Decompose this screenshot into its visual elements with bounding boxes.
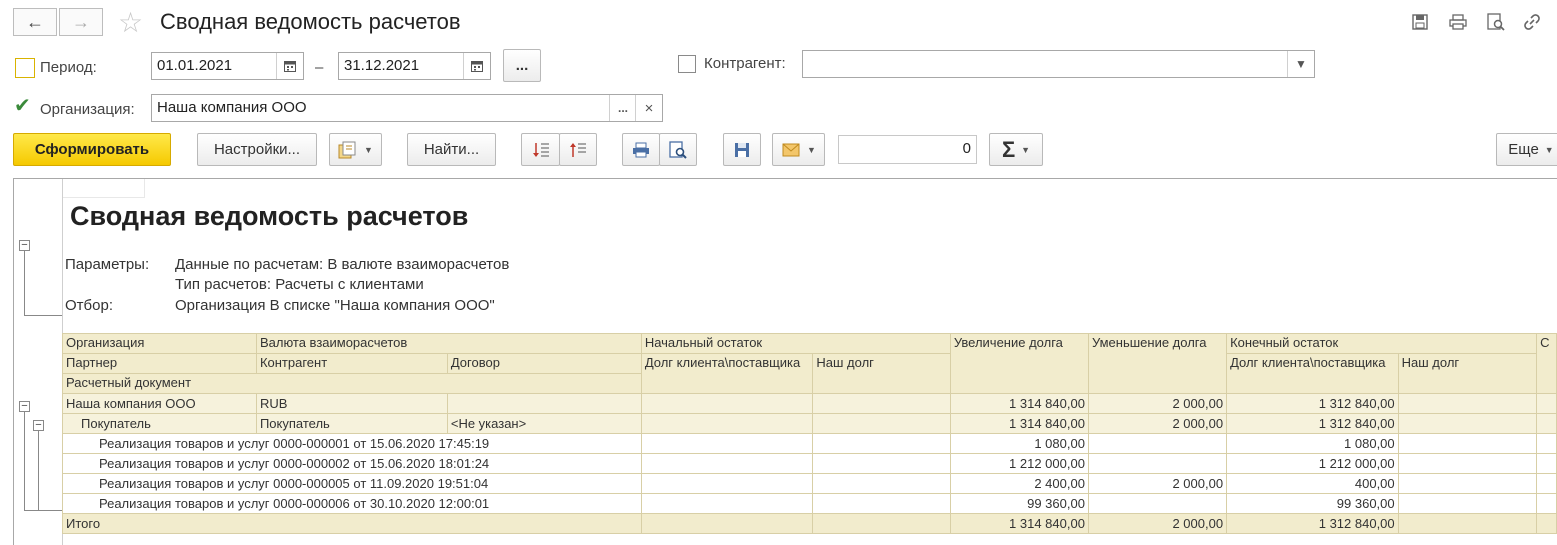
table-row[interactable]: Наша компания ООО RUB 1 314 840,00 2 000… (62, 393, 1557, 414)
back-button[interactable]: ← (13, 8, 57, 36)
date-to-input[interactable]: 31.12.2021 (338, 52, 491, 80)
report-document: Сводная ведомость расчетов − Параметры: … (13, 178, 1557, 545)
params-label: Параметры: (65, 256, 150, 273)
header-partner: Партнер (62, 353, 257, 374)
report-title: Сводная ведомость расчетов (70, 201, 469, 231)
table-row[interactable]: Покупатель Покупатель <Не указан> 1 314 … (62, 413, 1557, 434)
forward-button[interactable]: → (59, 8, 103, 36)
favorite-star-icon[interactable]: ☆ (118, 6, 143, 39)
period-checkbox[interactable] (15, 58, 35, 78)
period-select-button[interactable]: ... (503, 49, 541, 82)
chevron-down-icon: ▼ (364, 144, 373, 155)
filter-value: Организация В списке "Наша компания ООО" (175, 297, 495, 314)
calendar-icon[interactable] (463, 53, 490, 79)
floppy-icon (732, 140, 752, 160)
collapse-header-icon[interactable]: − (19, 240, 30, 251)
page-title: Сводная ведомость расчетов (160, 9, 461, 34)
chevron-down-icon: ▼ (807, 144, 816, 155)
header-decrease: Уменьшение долга (1087, 333, 1228, 394)
expand-groups-button[interactable] (521, 133, 560, 166)
table-row[interactable]: Реализация товаров и услуг 0000-000005 о… (62, 473, 1557, 494)
date-from-input[interactable]: 01.01.2021 (151, 52, 304, 80)
print-preview-icon (668, 140, 688, 160)
chevron-down-icon[interactable]: ▼ (1287, 51, 1314, 77)
generate-button[interactable]: Сформировать (13, 133, 171, 166)
header-closing-our-debt: Наш долг (1397, 353, 1538, 394)
sigma-icon: Σ (1001, 136, 1016, 162)
contractor-label: Контрагент: (704, 55, 786, 72)
organization-label: Организация: (40, 101, 135, 118)
header-org: Организация (62, 333, 257, 354)
collapse-groups-button[interactable] (559, 133, 597, 166)
collapse-org-group-icon[interactable]: − (19, 401, 30, 412)
header-contractor: Контрагент (255, 353, 448, 374)
sum-value-field: 0 (838, 135, 977, 164)
header-contract: Договор (446, 353, 642, 374)
chevron-down-icon: ▼ (1544, 144, 1554, 155)
save-icon[interactable] (1410, 12, 1430, 32)
find-button[interactable]: Найти... (407, 133, 496, 166)
organization-input[interactable]: Наша компания ООО ... × (151, 94, 663, 122)
chevron-down-icon: ▼ (1021, 144, 1031, 155)
period-label: Период: (40, 59, 97, 76)
total-row: Итого 1 314 840,00 2 000,00 1 312 840,00 (62, 513, 1557, 534)
organization-clear-button[interactable]: × (635, 95, 662, 121)
report-table: Организация Валюта взаиморасчетов Началь… (62, 333, 1557, 534)
contractor-input[interactable]: ▼ (802, 50, 1315, 78)
header-closing: Конечный остаток (1226, 333, 1538, 354)
printer-icon (631, 140, 651, 160)
header-opening-client-debt: Долг клиента\поставщика (640, 353, 814, 394)
sum-mode-button[interactable]: Σ ▼ (989, 133, 1043, 166)
contractor-checkbox[interactable] (678, 55, 696, 73)
date-dash: – (315, 59, 324, 76)
print-button[interactable] (622, 133, 660, 166)
header-document: Расчетный документ (62, 373, 642, 394)
variants-button[interactable]: ▼ (329, 133, 382, 166)
header-opening: Начальный остаток (640, 333, 951, 354)
arrow-right-icon: → (72, 11, 90, 32)
preview-icon[interactable] (1486, 12, 1506, 32)
calendar-icon[interactable] (276, 53, 303, 79)
header-currency: Валюта взаиморасчетов (255, 333, 642, 354)
link-icon[interactable] (1522, 12, 1542, 32)
settings-button[interactable]: Настройки... (197, 133, 317, 166)
more-button[interactable]: Еще ▼ (1496, 133, 1557, 166)
preview-button[interactable] (659, 133, 697, 166)
organization-checkbox-checked-icon[interactable]: ✔ (14, 96, 31, 116)
send-email-button[interactable]: ▼ (772, 133, 825, 166)
header-increase: Увеличение долга (949, 333, 1089, 394)
filter-label: Отбор: (65, 297, 113, 314)
collapse-all-icon (568, 140, 588, 160)
save-report-button[interactable] (723, 133, 761, 166)
table-row[interactable]: Реализация товаров и услуг 0000-000001 о… (62, 433, 1557, 454)
envelope-icon (781, 140, 801, 160)
header-opening-our-debt: Наш долг (812, 353, 951, 394)
table-row[interactable]: Реализация товаров и услуг 0000-000002 о… (62, 453, 1557, 474)
collapse-partner-group-icon[interactable]: − (33, 420, 44, 431)
params-value-line2: Тип расчетов: Расчеты с клиентами (175, 276, 424, 293)
print-icon[interactable] (1448, 12, 1468, 32)
params-value-line1: Данные по расчетам: В валюте взаиморасче… (175, 256, 510, 273)
arrow-left-icon: ← (26, 11, 44, 32)
organization-select-button[interactable]: ... (609, 95, 636, 121)
expand-all-icon (531, 140, 551, 160)
header-closing-client-debt: Долг клиента\поставщика (1226, 353, 1399, 394)
table-row[interactable]: Реализация товаров и услуг 0000-000006 о… (62, 493, 1557, 514)
report-variants-icon (338, 140, 358, 160)
